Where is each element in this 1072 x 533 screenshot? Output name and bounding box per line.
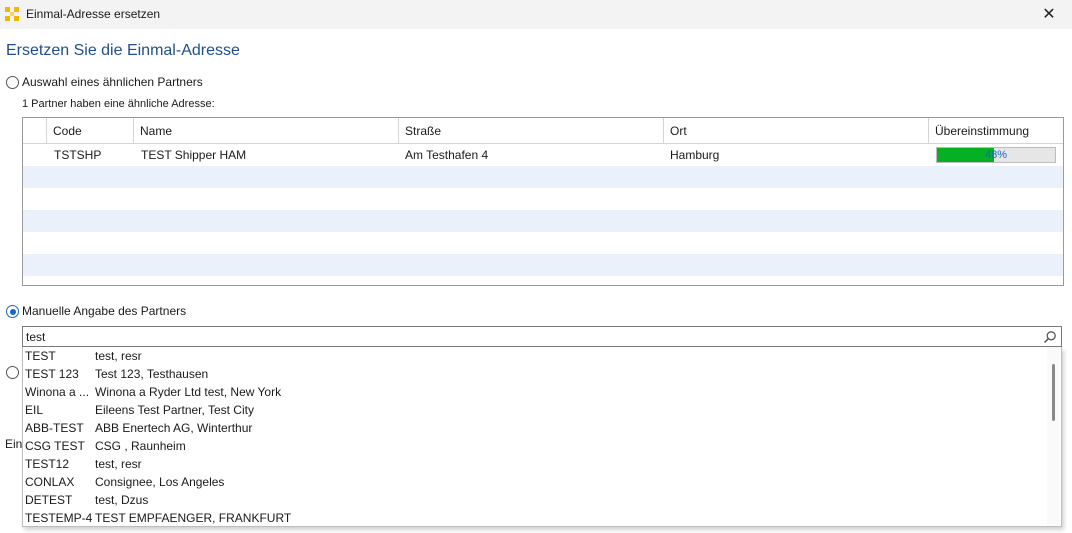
column-header-code[interactable]: Code [46, 118, 133, 143]
suggestion-code: EIL [25, 403, 44, 417]
suggestion-dropdown: TEST test, resr TEST 123 Test 123, Testhau… [22, 347, 1062, 527]
suggestion-code: TEST [25, 349, 56, 363]
suggestion-code: CSG TEST [25, 439, 85, 453]
cell-name: TEST Shipper HAM [141, 148, 247, 162]
list-item[interactable]: TEST12 test, resr [23, 455, 1048, 473]
list-item[interactable]: Winona a ... Winona a Ryder Ltd test, New… [23, 383, 1048, 401]
scrollbar-thumb[interactable] [1052, 364, 1055, 421]
table-row[interactable]: TSTSHP TEST Shipper HAM Am Testhafen 4 H… [23, 144, 1063, 166]
suggestion-desc: Consignee, Los Angeles [95, 475, 225, 489]
suggestion-code: TESTEMP-4 [25, 511, 93, 525]
radio-similar-partner-label[interactable]: Auswahl eines ähnlichen Partners [22, 75, 203, 89]
column-header-city[interactable]: Ort [663, 118, 928, 143]
suggestion-code: TEST12 [25, 457, 70, 471]
suggestion-code: Winona a ... [25, 385, 90, 399]
list-item[interactable]: ABB-TEST ABB Enertech AG, Winterthur [23, 419, 1048, 437]
close-button[interactable]: ✕ [1026, 0, 1072, 29]
partially-hidden-label: Ein [5, 437, 23, 451]
cell-street: Am Testhafen 4 [405, 148, 489, 162]
list-item[interactable]: DETEST test, Dzus [23, 491, 1048, 509]
search-value: test [26, 330, 46, 344]
suggestion-code: TEST 123 [25, 367, 79, 381]
window-title: Einmal-Adresse ersetzen [26, 7, 161, 21]
column-header-street[interactable]: Straße [398, 118, 663, 143]
suggestion-code: ABB-TEST [25, 421, 84, 435]
empty-row [23, 188, 1063, 210]
radio-manual-partner-label[interactable]: Manuelle Angabe des Partners [22, 304, 186, 318]
grid-header: Code Name Straße Ort Übereinstimmung [23, 118, 1063, 144]
suggestion-desc: Test 123, Testhausen [95, 367, 209, 381]
suggestion-desc: ABB Enertech AG, Winterthur [95, 421, 253, 435]
empty-row [23, 210, 1063, 232]
search-icon[interactable] [1043, 330, 1057, 344]
suggestion-desc: TEST EMPFAENGER, FRANKFURT [95, 511, 292, 525]
suggestion-code: CONLAX [25, 475, 75, 489]
radio-manual-partner[interactable] [6, 305, 19, 318]
title-bar: Einmal-Adresse ersetzen ✕ [0, 0, 1072, 29]
radio-third-option[interactable] [6, 366, 19, 379]
match-progress-text: 48% [984, 149, 1008, 161]
suggestion-desc: test, resr [95, 349, 142, 363]
partner-search-input[interactable]: test [22, 326, 1062, 347]
suggestion-desc: test, Dzus [95, 493, 149, 507]
match-progress-bar: 48% [936, 147, 1056, 163]
suggestion-desc: Winona a Ryder Ltd test, New York [95, 385, 282, 399]
list-item[interactable]: CSG TEST CSG , Raunheim [23, 437, 1048, 455]
list-item[interactable]: CONLAX Consignee, Los Angeles [23, 473, 1048, 491]
app-icon [5, 7, 19, 21]
cell-city: Hamburg [670, 148, 720, 162]
cell-code: TSTSHP [54, 148, 102, 162]
list-item[interactable]: TESTEMP-4 TEST EMPFAENGER, FRANKFURT [23, 509, 1048, 526]
empty-row [23, 232, 1063, 254]
suggestion-desc: CSG , Raunheim [95, 439, 186, 453]
similar-partners-count-label: 1 Partner haben eine ähnliche Adresse: [22, 98, 215, 110]
column-header-name[interactable]: Name [133, 118, 398, 143]
radio-similar-partner[interactable] [6, 76, 19, 89]
list-item[interactable]: TEST test, resr [23, 347, 1048, 365]
similar-partners-grid: Code Name Straße Ort Übereinstimmung TST… [22, 117, 1064, 286]
list-item[interactable]: EIL Eileens Test Partner, Test City [23, 401, 1048, 419]
dropdown-scrollbar[interactable] [1047, 347, 1060, 525]
close-icon: ✕ [1042, 6, 1056, 23]
suggestion-desc: test, resr [95, 457, 142, 471]
suggestion-desc: Eileens Test Partner, Test City [95, 403, 254, 417]
column-header-match[interactable]: Übereinstimmung [928, 118, 1063, 143]
empty-row [23, 254, 1063, 276]
page-heading: Ersetzen Sie die Einmal-Adresse [6, 42, 240, 59]
list-item[interactable]: TEST 123 Test 123, Testhausen [23, 365, 1048, 383]
suggestion-code: DETEST [25, 493, 73, 507]
empty-row [23, 166, 1063, 188]
